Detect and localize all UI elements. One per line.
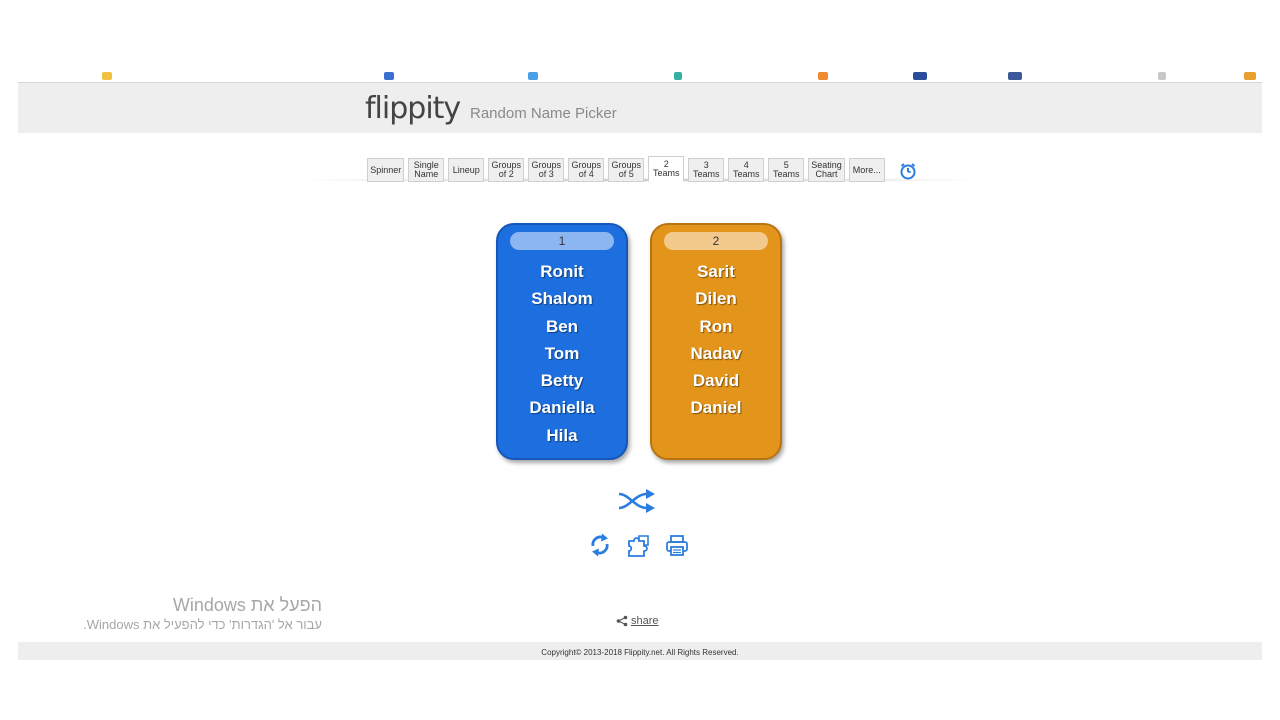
puzzle-icon — [628, 535, 649, 557]
team-member: Ronit — [540, 262, 584, 281]
team-card-2: 2 Sarit Dilen Ron Nadav David Daniel — [650, 223, 782, 460]
bookmark-icon[interactable] — [1244, 72, 1256, 80]
team-member: Tom — [544, 343, 580, 363]
team-member: Dilen — [695, 289, 737, 309]
activation-subtitle: עבור אל 'הגדרות' כדי להפעיל את Windows. — [83, 617, 322, 632]
team-member: Ben — [545, 316, 579, 336]
bookmark-icon[interactable] — [818, 72, 828, 80]
shuffle-icon — [618, 489, 655, 513]
team-member-list: Sarit Dilen Ron Nadav David Daniel — [652, 258, 780, 422]
tab-groups-of-5[interactable]: Groups of 5 — [608, 158, 645, 182]
tab-lineup[interactable]: Lineup — [448, 158, 485, 182]
tab-more[interactable]: More... — [848, 158, 885, 182]
team-member: Betty — [540, 371, 584, 391]
share-icon — [616, 615, 628, 627]
team-member: Daniel — [690, 398, 742, 418]
team-member: Shalom — [531, 289, 593, 309]
team-member: Nadav — [690, 343, 742, 363]
bookmark-icon[interactable] — [674, 72, 682, 80]
tab-groups-of-2[interactable]: Groups of 2 — [488, 158, 525, 182]
refresh-button[interactable] — [587, 532, 613, 558]
bookmark-icon[interactable] — [1158, 72, 1166, 80]
team-member: Sarit — [697, 262, 735, 281]
print-button[interactable] — [664, 532, 690, 558]
team-member: Ron — [699, 316, 733, 336]
tab-4-teams[interactable]: 4 Teams — [728, 158, 765, 182]
bookmark-icon[interactable] — [528, 72, 538, 80]
mode-tab-bar: Spinner Single Name Lineup Groups of 2 G… — [286, 154, 998, 182]
refresh-icon — [591, 533, 609, 557]
tab-groups-of-4[interactable]: Groups of 4 — [568, 158, 605, 182]
shuffle-button[interactable] — [617, 488, 657, 514]
site-header: flippity Random Name Picker — [18, 82, 1262, 133]
team-member: Hila — [546, 425, 578, 445]
team-member: Daniella — [529, 398, 595, 418]
flippity-logo[interactable]: flippity — [365, 91, 461, 126]
team-card-1: 1 Ronit Shalom Ben Tom Betty Daniella Hi… — [496, 223, 628, 460]
tab-5-teams[interactable]: 5 Teams — [768, 158, 805, 182]
share-link[interactable]: share — [616, 615, 659, 627]
print-icon — [666, 535, 688, 556]
activation-title: הפעל את Windows — [172, 595, 322, 615]
bookmarks-bar — [18, 72, 1262, 82]
bookmark-icon[interactable] — [384, 72, 394, 80]
tab-2-teams[interactable]: 2 Teams — [648, 156, 685, 182]
tab-spinner[interactable]: Spinner — [367, 158, 405, 182]
tab-seating-chart[interactable]: Seating Chart — [808, 158, 845, 182]
team-number: 1 — [510, 232, 614, 250]
tab-groups-of-3[interactable]: Groups of 3 — [528, 158, 565, 182]
team-number: 2 — [664, 232, 768, 250]
bookmark-icon[interactable] — [1008, 72, 1022, 80]
page-title: Random Name Picker — [470, 105, 617, 122]
share-label[interactable]: share — [631, 615, 659, 627]
tab-single-name[interactable]: Single Name — [408, 158, 445, 182]
team-member-list: Ronit Shalom Ben Tom Betty Daniella Hila — [498, 258, 626, 449]
team-member: David — [692, 371, 740, 391]
footer-copyright: Copyright© 2013-2018 Flippity.net. All R… — [18, 642, 1262, 660]
puzzle-button[interactable] — [626, 532, 652, 558]
stopwatch-icon[interactable] — [897, 160, 919, 182]
tab-3-teams[interactable]: 3 Teams — [688, 158, 725, 182]
bookmark-icon[interactable] — [913, 72, 927, 80]
windows-activation-watermark: הפעל את Windows עבור אל 'הגדרות' כדי להפ… — [30, 594, 322, 634]
bookmark-folder-icon[interactable] — [102, 72, 112, 80]
